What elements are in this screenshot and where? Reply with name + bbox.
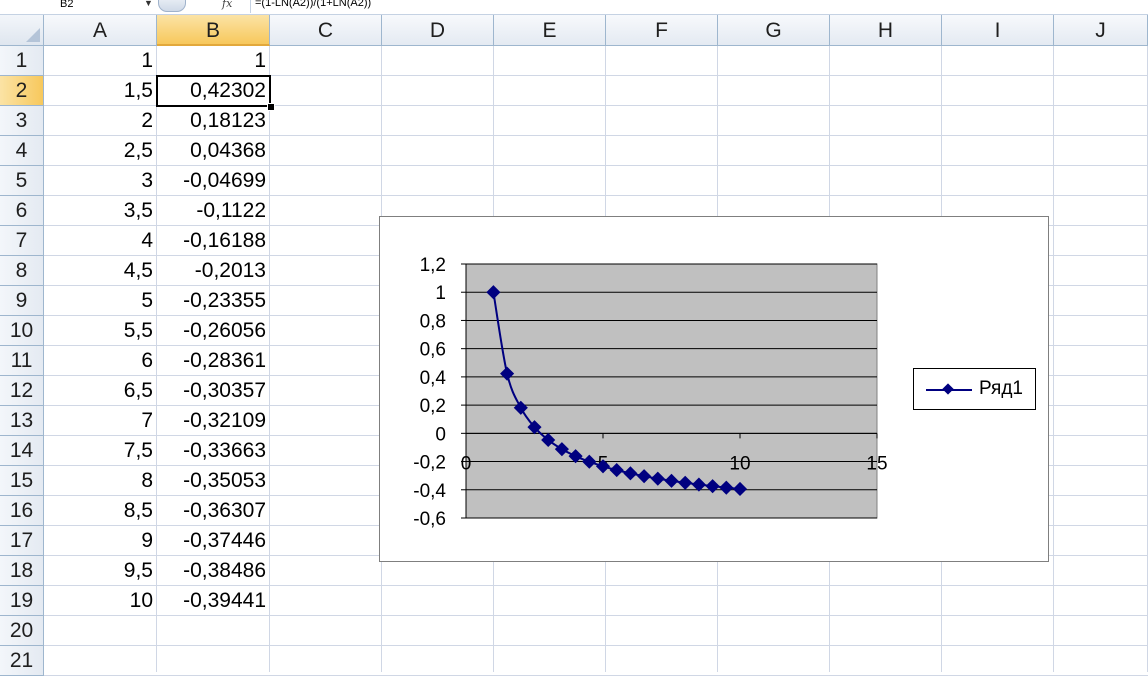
- fill-handle[interactable]: [267, 103, 275, 111]
- fx-icon[interactable]: fx: [222, 0, 232, 10]
- row-header-14[interactable]: 14: [0, 436, 44, 466]
- cell-a4[interactable]: 2,5: [44, 136, 157, 166]
- cell-b9[interactable]: -0,23355: [157, 286, 270, 316]
- cell-a8[interactable]: 4,5: [44, 256, 157, 286]
- column-header-f[interactable]: F: [606, 15, 718, 46]
- y-tick-label: 1: [435, 283, 446, 304]
- cell-a6[interactable]: 3,5: [44, 196, 157, 226]
- row-header-20[interactable]: 20: [0, 616, 44, 646]
- cell-a19[interactable]: 10: [44, 586, 157, 616]
- cell-a10[interactable]: 5,5: [44, 316, 157, 346]
- cell-a2[interactable]: 1,5: [44, 76, 157, 106]
- column-header-b[interactable]: B: [157, 15, 270, 46]
- y-tick-label: -0,2: [413, 453, 446, 474]
- select-all-icon: [26, 28, 40, 42]
- cell-a11[interactable]: 6: [44, 346, 157, 376]
- row-header-18[interactable]: 18: [0, 556, 44, 586]
- row-header-19[interactable]: 19: [0, 586, 44, 616]
- x-tick-label: 15: [866, 453, 887, 474]
- y-tick-label: 0,6: [420, 340, 446, 361]
- column-header-c[interactable]: C: [270, 15, 382, 46]
- chevron-down-icon[interactable]: ▼: [144, 0, 153, 8]
- column-header-i[interactable]: I: [942, 15, 1054, 46]
- legend-marker: [942, 383, 954, 395]
- formula-bar-expand-button[interactable]: [158, 0, 186, 12]
- name-box-value: B2: [60, 0, 74, 10]
- legend-label: Ряд1: [979, 378, 1023, 399]
- cell-b4[interactable]: 0,04368: [157, 136, 270, 166]
- y-tick-label: 0,4: [420, 368, 447, 389]
- cell-a1[interactable]: 1: [44, 46, 157, 76]
- cell-b15[interactable]: -0,35053: [157, 466, 270, 496]
- y-tick-label: 0,8: [420, 311, 446, 332]
- column-header-d[interactable]: D: [382, 15, 494, 46]
- column-header-h[interactable]: H: [830, 15, 942, 46]
- row-header-2[interactable]: 2: [0, 76, 44, 106]
- column-gridline: [1053, 46, 1054, 672]
- cell-a7[interactable]: 4: [44, 226, 157, 256]
- cell-b17[interactable]: -0,37446: [157, 526, 270, 556]
- y-tick-label: 0: [435, 424, 446, 445]
- row-header-5[interactable]: 5: [0, 166, 44, 196]
- cell-b18[interactable]: -0,38486: [157, 556, 270, 586]
- row-header-4[interactable]: 4: [0, 136, 44, 166]
- y-tick-label: -0,4: [413, 481, 446, 502]
- chart[interactable]: 1,210,80,60,40,20-0,2-0,4-0,6051015 Ряд1: [379, 216, 1049, 562]
- row-header-15[interactable]: 15: [0, 466, 44, 496]
- cell-b1[interactable]: 1: [157, 46, 270, 76]
- select-all-button[interactable]: [0, 15, 44, 46]
- cell-b13[interactable]: -0,32109: [157, 406, 270, 436]
- cell-b5[interactable]: -0,04699: [157, 166, 270, 196]
- cell-b3[interactable]: 0,18123: [157, 106, 270, 136]
- row-header-13[interactable]: 13: [0, 406, 44, 436]
- cell-a18[interactable]: 9,5: [44, 556, 157, 586]
- row-header-12[interactable]: 12: [0, 376, 44, 406]
- cell-b14[interactable]: -0,33663: [157, 436, 270, 466]
- column-header-a[interactable]: A: [44, 15, 157, 46]
- row-header-17[interactable]: 17: [0, 526, 44, 556]
- cell-b10[interactable]: -0,26056: [157, 316, 270, 346]
- cell-b11[interactable]: -0,28361: [157, 346, 270, 376]
- cell-b6[interactable]: -0,1122: [157, 196, 270, 226]
- cell-a3[interactable]: 2: [44, 106, 157, 136]
- cell-b16[interactable]: -0,36307: [157, 496, 270, 526]
- cell-b12[interactable]: -0,30357: [157, 376, 270, 406]
- active-cell-border[interactable]: [156, 75, 271, 107]
- row-header-7[interactable]: 7: [0, 226, 44, 256]
- formula-bar: B2 ▼ fx =(1-LN(A2))/(1+LN(A2)): [0, 0, 1148, 15]
- formula-input[interactable]: =(1-LN(A2))/(1+LN(A2)): [250, 0, 1148, 13]
- cell-a9[interactable]: 5: [44, 286, 157, 316]
- column-header-e[interactable]: E: [494, 15, 606, 46]
- cell-b19[interactable]: -0,39441: [157, 586, 270, 616]
- cell-a16[interactable]: 8,5: [44, 496, 157, 526]
- cell-a12[interactable]: 6,5: [44, 376, 157, 406]
- row-header-11[interactable]: 11: [0, 346, 44, 376]
- row-header-3[interactable]: 3: [0, 106, 44, 136]
- y-tick-label: 1,2: [420, 255, 446, 276]
- cell-b20[interactable]: [157, 616, 270, 646]
- row-header-1[interactable]: 1: [0, 46, 44, 76]
- cell-b8[interactable]: -0,2013: [157, 256, 270, 286]
- cell-a14[interactable]: 7,5: [44, 436, 157, 466]
- y-tick-label: 0,2: [420, 396, 446, 417]
- name-box[interactable]: B2: [0, 0, 152, 13]
- cell-a17[interactable]: 9: [44, 526, 157, 556]
- y-tick-label: -0,6: [413, 509, 446, 530]
- cell-a5[interactable]: 3: [44, 166, 157, 196]
- x-tick-label: 0: [461, 453, 472, 474]
- column-header-g[interactable]: G: [718, 15, 830, 46]
- row-header-6[interactable]: 6: [0, 196, 44, 226]
- x-tick-label: 10: [729, 453, 750, 474]
- column-header-j[interactable]: J: [1054, 15, 1148, 46]
- cell-a15[interactable]: 8: [44, 466, 157, 496]
- cell-a13[interactable]: 7: [44, 406, 157, 436]
- row-header-9[interactable]: 9: [0, 286, 44, 316]
- row-header-8[interactable]: 8: [0, 256, 44, 286]
- chart-legend[interactable]: Ряд1: [913, 368, 1036, 410]
- cell-b7[interactable]: -0,16188: [157, 226, 270, 256]
- row-header-16[interactable]: 16: [0, 496, 44, 526]
- row-header-10[interactable]: 10: [0, 316, 44, 346]
- cell-a20[interactable]: [44, 616, 157, 646]
